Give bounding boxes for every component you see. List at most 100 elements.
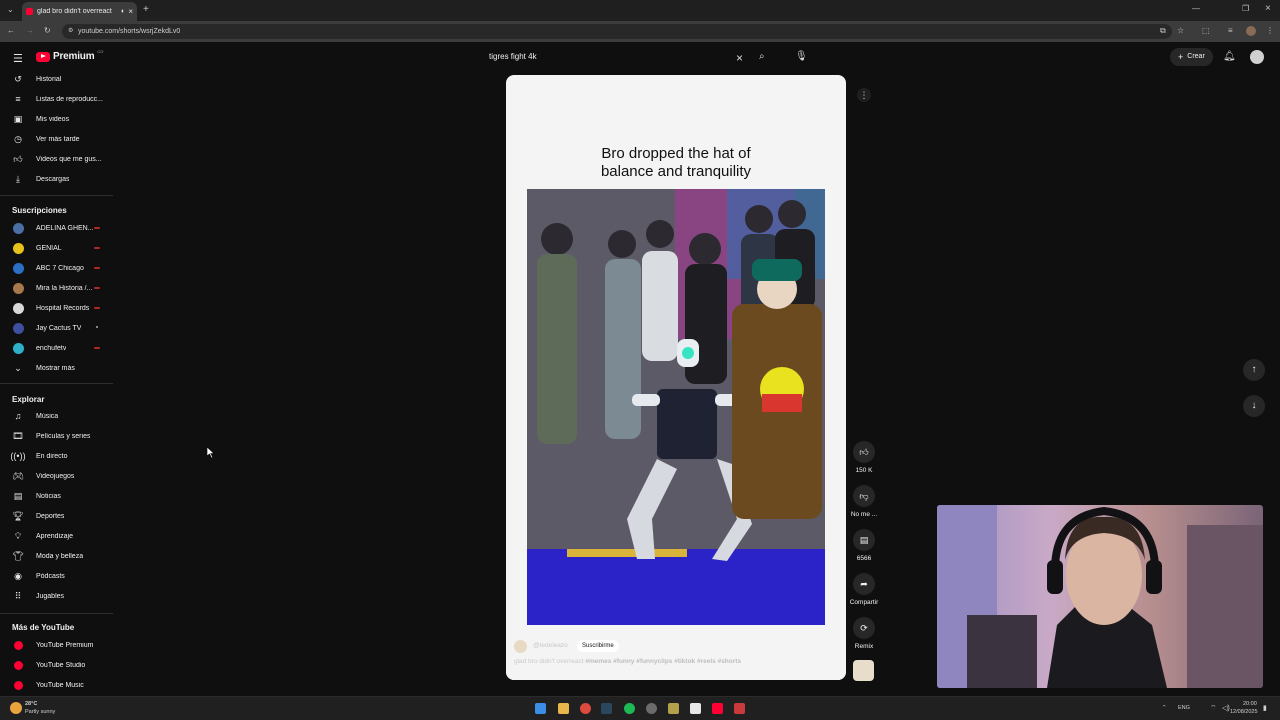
sound-thumbnail[interactable] (853, 660, 874, 681)
sidebar-item-youtube-studio[interactable]: YouTube Studio (0, 655, 115, 675)
sidebar-sub-item[interactable]: enchufetv (0, 338, 115, 358)
restore-icon[interactable]: ❐ (1242, 5, 1249, 13)
remix-button[interactable]: ⟳ Remix (846, 617, 882, 650)
comments-button[interactable]: ▤ 6566 (846, 529, 882, 562)
previous-short-arrow-icon[interactable]: ↑ (1243, 359, 1265, 381)
sidebar-sub-item[interactable]: Hospital Records (0, 298, 115, 318)
language-indicator[interactable]: ENG (1178, 705, 1190, 711)
channel-handle[interactable]: @tedeleazo (533, 642, 568, 649)
forward-icon[interactable]: → (26, 27, 34, 35)
sidebar-item-playlists[interactable]: ≡ Listas de reproducc... (0, 89, 115, 109)
short-player[interactable]: Bro dropped the hat of balance and tranq… (506, 75, 846, 680)
sidebar-item-fashion[interactable]: 👕︎ Moda y belleza (0, 546, 115, 566)
url-text: youtube.com/shorts/wsrjZekdLv0 (78, 28, 181, 35)
tray-overflow-icon[interactable]: ⌃ (1162, 705, 1167, 711)
media-control-icon[interactable]: ≡ (1228, 27, 1233, 35)
steam-icon[interactable] (601, 703, 612, 714)
sidebar-item-my-videos[interactable]: ▣ Mis videos (0, 109, 115, 129)
spotify-icon[interactable] (624, 703, 635, 714)
volume-icon[interactable]: ◁) (1222, 704, 1230, 712)
sidebar-item-sports[interactable]: 🏆︎ Deportes (0, 506, 115, 526)
site-info-icon[interactable]: ⚙ (68, 28, 73, 34)
more-options-icon[interactable]: ⋮ (857, 88, 871, 102)
window-close-icon[interactable]: × (1265, 4, 1271, 14)
store-icon[interactable] (690, 703, 701, 714)
tab-list-icon[interactable]: ⌄ (7, 6, 14, 14)
sidebar-item-learning[interactable]: 💡︎ Aprendizaje (0, 526, 115, 546)
sidebar-item-youtube-music[interactable]: YouTube Music (0, 675, 115, 695)
notification-center-icon[interactable]: ▮ (1263, 704, 1267, 712)
microphone-icon[interactable]: 🎙︎ (795, 51, 808, 62)
minimize-icon[interactable]: — (1192, 5, 1200, 13)
sidebar-item-live[interactable]: ((•)) En directo (0, 446, 115, 466)
file-explorer-icon[interactable] (558, 703, 569, 714)
sidebar-sub-item[interactable]: ADELINA GHEN... (0, 218, 115, 238)
tab-audio-icon[interactable]: ◖ (120, 8, 124, 15)
obs-icon[interactable] (646, 703, 657, 714)
dislike-button[interactable]: 👎︎ No me ... (846, 485, 882, 518)
sidebar-item-music[interactable]: ♫ Música (0, 406, 115, 426)
sidebar-item-label: Mira la Historia /... (36, 284, 93, 292)
sidebar-item-watch-later[interactable]: ◷ Ver más tarde (0, 129, 115, 149)
hamburger-menu-icon[interactable]: ☰ (13, 52, 23, 65)
account-avatar[interactable] (1250, 50, 1264, 64)
back-icon[interactable]: ← (7, 27, 15, 35)
remix-label: Remix (854, 643, 874, 650)
sidebar-item-label: Mis videos (36, 115, 70, 123)
fashion-icon: 👕︎ (12, 550, 24, 561)
like-button[interactable]: 👍︎ 150 K (846, 441, 882, 474)
sidebar-item-podcasts[interactable]: ◉ Pódcasts (0, 566, 115, 586)
youtube-premium-logo[interactable]: Premium CO (36, 49, 103, 62)
sidebar-sub-item[interactable]: Mira la Historia /... (0, 278, 115, 298)
url-field[interactable]: youtube.com/shorts/wsrjZekdLv0 (62, 24, 1172, 39)
open-in-app-icon[interactable]: ⧉ (1160, 27, 1166, 35)
sidebar-item-downloads[interactable]: ⤓ Descargas (0, 169, 115, 189)
youtube-favicon-icon (26, 8, 33, 15)
tab-title: glad bro didn't overreact (37, 8, 112, 15)
browser-tab[interactable]: glad bro didn't overreact ◖ × (22, 2, 137, 21)
new-tab-icon[interactable]: + (143, 5, 149, 15)
chrome-menu-icon[interactable]: ⋮ (1266, 27, 1274, 35)
weather-icon[interactable] (10, 702, 22, 714)
calendar-app-icon[interactable] (734, 703, 745, 714)
tab-close-icon[interactable]: × (128, 7, 133, 16)
app-icon[interactable] (668, 703, 679, 714)
sidebar-item-news[interactable]: ▤ Noticias (0, 486, 115, 506)
network-icon[interactable]: ⌔ (1210, 704, 1217, 713)
channel-avatar[interactable] (514, 640, 527, 653)
short-description[interactable]: glad bro didn't overreact #memes #funny … (514, 658, 838, 665)
windows-start-icon[interactable] (535, 703, 546, 714)
sidebar-item-gaming[interactable]: 🎮︎ Videojuegos (0, 466, 115, 486)
share-icon: ➦ (853, 573, 875, 595)
live-icon: ((•)) (10, 451, 26, 461)
subscribe-button[interactable]: Suscribirme (577, 640, 619, 652)
show-more-button[interactable]: ⌄ Mostrar más (0, 358, 115, 378)
extensions-icon[interactable]: ⬚ (1202, 27, 1210, 35)
profile-avatar[interactable] (1246, 26, 1256, 36)
reload-icon[interactable]: ↻ (44, 27, 51, 35)
bookmark-star-icon[interactable]: ☆ (1177, 27, 1184, 35)
sidebar-item-liked-videos[interactable]: 👍︎ Videos que me gus... (0, 149, 115, 169)
sidebar-item-playables[interactable]: ⠿ Jugables (0, 586, 115, 606)
chrome-icon[interactable] (580, 703, 591, 714)
sidebar-item-youtube-premium[interactable]: YouTube Premium (0, 635, 115, 655)
new-content-dot (96, 326, 98, 328)
next-short-arrow-icon[interactable]: ↓ (1243, 395, 1265, 417)
sidebar-sub-item[interactable]: ABC 7 Chicago (0, 258, 115, 278)
sidebar-item-label: YouTube Music (36, 681, 84, 689)
clear-search-icon[interactable]: × (736, 51, 743, 65)
sidebar-item-history[interactable]: ↺ Historial (0, 69, 115, 89)
search-input[interactable]: tigres fight 4k (482, 47, 757, 67)
notifications-bell-icon[interactable]: 🔔︎ (1223, 51, 1236, 62)
short-video-frame[interactable] (527, 189, 825, 625)
new-content-indicator (94, 227, 100, 229)
sidebar-sub-item[interactable]: Jay Cactus TV (0, 318, 115, 338)
sidebar-sub-item[interactable]: GENIAL (0, 238, 115, 258)
sidebar-item-movies[interactable]: 🎞︎ Películas y series (0, 426, 115, 446)
search-icon[interactable]: ⌕ (759, 51, 765, 62)
create-button[interactable]: + Crear (1170, 48, 1213, 66)
youtube-taskbar-icon[interactable] (712, 703, 723, 714)
plus-icon: + (1178, 52, 1184, 62)
share-button[interactable]: ➦ Compartir (846, 573, 882, 606)
channel-avatar (12, 262, 24, 274)
